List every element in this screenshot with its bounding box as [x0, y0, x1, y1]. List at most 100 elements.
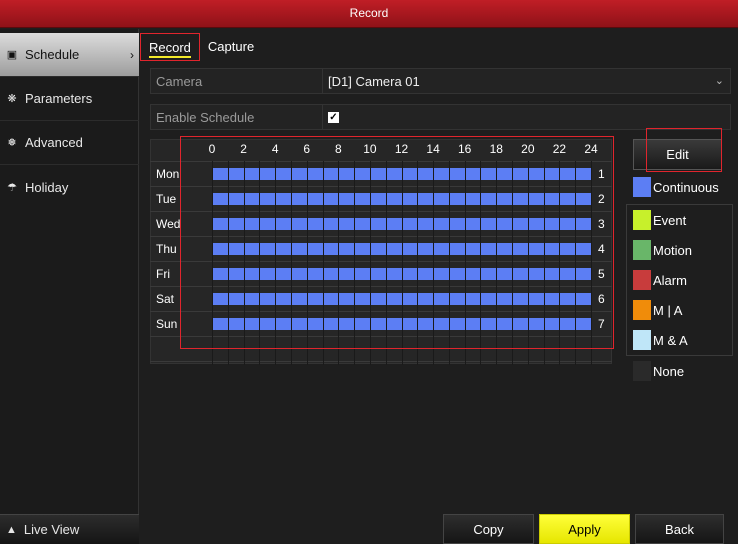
enable-schedule-checkbox[interactable]: ✓ — [328, 111, 339, 123]
sidebar-item-advanced[interactable]: ❅ Advanced — [0, 121, 139, 165]
legend-item[interactable]: M | A — [633, 299, 682, 321]
gear-icon: ❋ — [7, 93, 17, 105]
day-label: Fri — [156, 267, 170, 281]
grid-hour-line — [543, 161, 545, 365]
tab-record[interactable]: Record — [140, 33, 200, 61]
day-number: 6 — [598, 292, 605, 306]
hour-label: 24 — [584, 142, 598, 156]
copy-button[interactable]: Copy — [443, 514, 534, 544]
live-view-button[interactable]: ▲ Live View — [0, 514, 139, 544]
legend-item[interactable]: None — [633, 360, 684, 382]
gears-icon: ❅ — [7, 137, 17, 149]
legend-swatch — [633, 210, 651, 230]
legend-swatch — [633, 240, 651, 260]
grid-hour-line — [243, 161, 245, 365]
sidebar-item-label: Holiday — [25, 179, 69, 195]
camera-label: Camera — [151, 69, 323, 93]
sidebar-item-holiday[interactable]: ☂ Holiday — [0, 165, 139, 209]
tab-capture[interactable]: Capture — [200, 33, 262, 61]
hour-label: 16 — [457, 142, 472, 156]
hour-label: 8 — [334, 142, 342, 156]
hour-label: 2 — [240, 142, 247, 156]
chevron-right-icon: › — [130, 47, 134, 62]
legend-label: M | A — [653, 302, 683, 318]
home-icon: ▲ — [6, 523, 17, 536]
sidebar: ▣ Schedule › ❋ Parameters ❅ Advanced ☂ H… — [0, 29, 139, 544]
legend-item[interactable]: Event — [633, 209, 686, 231]
hour-label: 6 — [303, 142, 311, 156]
legend-swatch — [633, 177, 651, 197]
grid-hour-line — [369, 161, 371, 365]
legend-item[interactable]: Motion — [633, 239, 692, 261]
day-label: Tue — [156, 192, 177, 206]
hour-label: 4 — [271, 142, 279, 156]
legend-swatch — [633, 270, 651, 290]
grid-hour-line — [290, 161, 292, 365]
hour-label: 14 — [426, 142, 440, 156]
apply-button[interactable]: Apply — [539, 514, 630, 544]
day-label: Sat — [156, 292, 175, 306]
grid-hour-line — [527, 161, 529, 365]
grid-hour-line — [306, 161, 308, 365]
enable-schedule-label: Enable Schedule — [151, 105, 323, 129]
chevron-down-icon: ⌄ — [714, 75, 724, 87]
day-number: 4 — [598, 242, 605, 256]
grid-hour-line — [480, 161, 482, 365]
legend-label: None — [653, 363, 685, 379]
legend-swatch — [633, 330, 651, 350]
umbrella-icon: ☂ — [7, 181, 17, 194]
legend-item[interactable]: Continuous — [633, 176, 719, 198]
grid-hour-line — [354, 161, 356, 365]
grid-hour-line — [496, 161, 498, 365]
hour-label: 20 — [521, 142, 535, 156]
legend-label: Continuous — [653, 179, 719, 195]
tab-bar: Record Capture — [140, 33, 262, 61]
legend-label: Alarm — [653, 272, 687, 288]
sidebar-item-label: Schedule — [25, 47, 80, 62]
grid-hour-line — [464, 161, 466, 365]
hour-label: 22 — [552, 142, 567, 156]
grid-hour-line — [575, 161, 577, 365]
hour-label: 12 — [394, 142, 409, 156]
calendar-icon: ▣ — [6, 49, 18, 61]
legend-swatch — [633, 361, 651, 381]
camera-row: Camera [D1] Camera 01 ⌄ — [150, 68, 731, 94]
day-number: 2 — [598, 192, 605, 206]
back-button[interactable]: Back — [635, 514, 724, 544]
grid-hour-line — [227, 161, 229, 365]
grid-hour-line — [591, 161, 592, 365]
day-number: 3 — [598, 217, 605, 231]
sidebar-item-schedule[interactable]: ▣ Schedule › — [0, 33, 139, 77]
grid-hour-line — [338, 161, 340, 365]
legend-swatch — [633, 300, 651, 320]
grid-hour-line — [401, 161, 403, 365]
day-label: Sun — [156, 317, 178, 331]
legend-label: M & A — [653, 332, 688, 348]
edit-button[interactable]: Edit — [633, 139, 722, 170]
day-number: 1 — [598, 167, 605, 181]
camera-select[interactable]: [D1] Camera 01 ⌄ — [323, 69, 730, 93]
camera-select-value: [D1] Camera 01 — [328, 73, 420, 89]
sidebar-item-parameters[interactable]: ❋ Parameters — [0, 77, 139, 121]
day-label: Wed — [156, 217, 181, 231]
grid-hour-line — [259, 161, 261, 365]
day-number: 7 — [598, 317, 605, 331]
legend-item[interactable]: M & A — [633, 329, 688, 351]
hour-label: 10 — [363, 142, 377, 156]
grid-hour-line — [322, 161, 324, 365]
grid-hour-line — [433, 161, 435, 365]
live-view-label: Live View — [23, 522, 80, 537]
grid-hour-line — [559, 161, 561, 365]
day-number: 5 — [598, 267, 605, 281]
hour-label: 18 — [489, 142, 503, 156]
legend-item[interactable]: Alarm — [633, 269, 687, 291]
sidebar-item-label: Parameters — [25, 91, 93, 106]
grid-hour-line — [448, 161, 450, 365]
hour-label: 0 — [208, 142, 216, 156]
enable-schedule-row: Enable Schedule ✓ — [150, 104, 731, 130]
grid-hour-line — [275, 161, 277, 365]
legend-label: Motion — [653, 242, 693, 258]
grid-hour-line — [385, 161, 387, 365]
day-label: Thu — [156, 242, 177, 256]
grid-hour-line — [212, 161, 213, 365]
